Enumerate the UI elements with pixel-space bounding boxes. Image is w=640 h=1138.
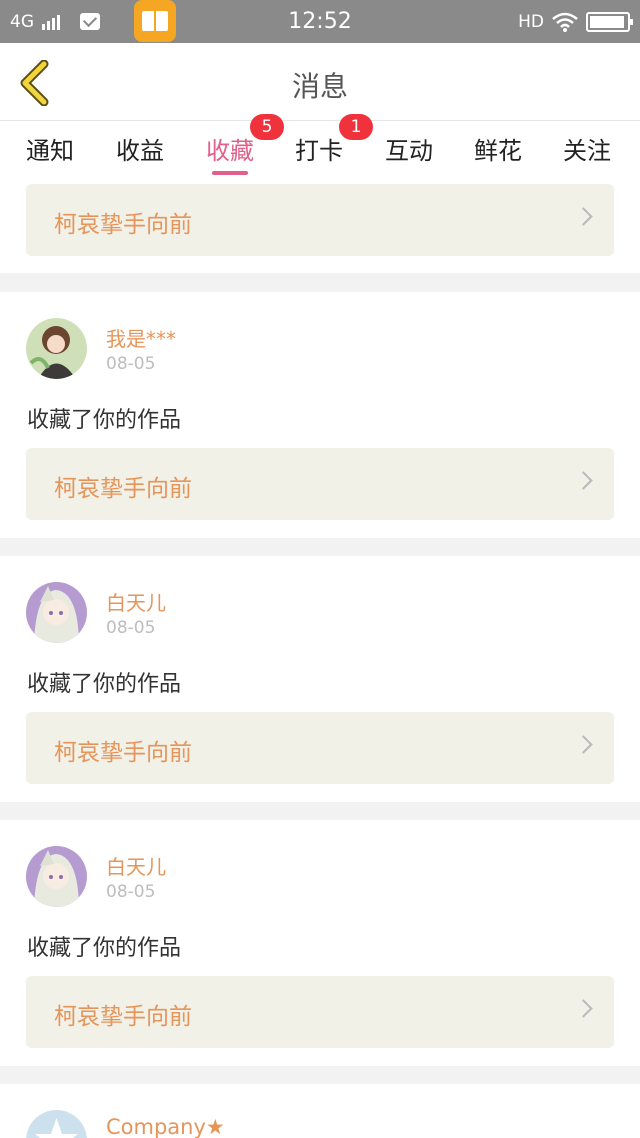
message-card: 白天儿 08-05 收藏了你的作品 柯哀挚手向前	[0, 556, 640, 802]
work-title: 柯哀挚手向前	[54, 1004, 192, 1030]
work-title: 柯哀挚手向前	[54, 740, 192, 766]
work-link[interactable]: 柯哀挚手向前	[26, 712, 614, 784]
chevron-right-icon	[574, 735, 593, 754]
wifi-icon	[552, 12, 578, 32]
message-action: 收藏了你的作品	[27, 672, 182, 697]
message-card: 白天儿 08-05 收藏了你的作品 柯哀挚手向前	[0, 820, 640, 1066]
username[interactable]: Company★	[106, 1115, 225, 1138]
tab-earnings[interactable]: 收益	[116, 131, 164, 166]
message-list: 柯哀挚手向前 我是*** 08-05 收藏了你的作品 柯哀挚手向前 白天儿 08…	[0, 177, 640, 1138]
work-title: 柯哀挚手向前	[54, 476, 192, 502]
message-card: 柯哀挚手向前	[0, 177, 640, 273]
work-link[interactable]: 柯哀挚手向前	[26, 448, 614, 520]
tab-notice[interactable]: 通知	[26, 131, 74, 166]
active-tab-indicator	[212, 171, 248, 175]
message-action: 收藏了你的作品	[27, 936, 182, 961]
username[interactable]: 白天儿	[106, 851, 166, 880]
work-link[interactable]: 柯哀挚手向前	[26, 184, 614, 256]
chevron-right-icon	[574, 999, 593, 1018]
checkin-badge: 1	[339, 114, 373, 140]
message-date: 08-05	[106, 882, 156, 902]
avatar[interactable]	[26, 318, 87, 379]
tab-follow[interactable]: 关注	[563, 131, 611, 166]
username[interactable]: 我是***	[106, 323, 176, 352]
favorites-badge: 5	[250, 114, 284, 140]
message-card: Company★	[0, 1084, 640, 1138]
tab-checkin[interactable]: 打卡	[295, 131, 343, 166]
status-bar: 4G 12:52 HD	[0, 0, 640, 43]
tab-interaction[interactable]: 互动	[385, 131, 433, 166]
message-card: 我是*** 08-05 收藏了你的作品 柯哀挚手向前	[0, 292, 640, 538]
message-date: 08-05	[106, 618, 156, 638]
avatar[interactable]	[26, 1110, 87, 1138]
battery-icon	[586, 11, 633, 32]
work-link[interactable]: 柯哀挚手向前	[26, 976, 614, 1048]
hd-indicator: HD	[518, 11, 544, 32]
chevron-right-icon	[574, 207, 593, 226]
chevron-right-icon	[574, 471, 593, 490]
message-date: 08-05	[106, 354, 156, 374]
page-title: 消息	[291, 70, 348, 103]
header: 消息	[0, 43, 640, 121]
tab-bar: 通知 收益 收藏 5 打卡 1 互动 鲜花 关注	[0, 114, 640, 177]
tab-flowers[interactable]: 鲜花	[474, 131, 522, 166]
status-right: HD	[518, 0, 633, 43]
avatar[interactable]	[26, 846, 87, 907]
work-title: 柯哀挚手向前	[54, 212, 192, 238]
username[interactable]: 白天儿	[106, 587, 166, 616]
avatar[interactable]	[26, 582, 87, 643]
tab-favorites[interactable]: 收藏	[206, 131, 254, 166]
message-action: 收藏了你的作品	[27, 408, 182, 433]
